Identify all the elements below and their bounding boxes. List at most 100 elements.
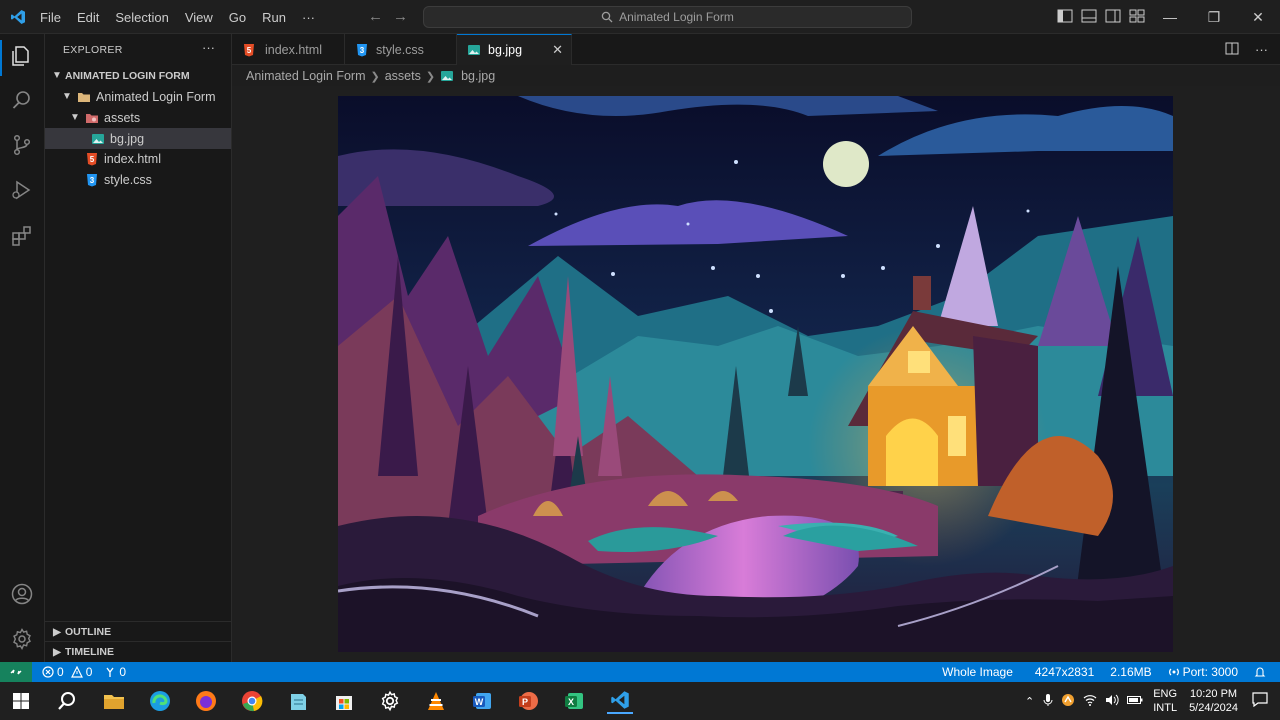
firefox-icon[interactable] xyxy=(193,688,219,714)
windows-start-icon[interactable] xyxy=(8,688,34,714)
word-icon[interactable]: W xyxy=(469,688,495,714)
powerpoint-icon[interactable]: P xyxy=(515,688,541,714)
ports-count: 0 xyxy=(119,665,127,679)
explorer-more-icon[interactable]: ··· xyxy=(202,40,215,55)
split-editor-icon[interactable] xyxy=(1225,42,1239,58)
excel-icon[interactable]: X xyxy=(561,688,587,714)
close-tab-icon[interactable]: ✕ xyxy=(552,42,563,58)
tab-label: style.css xyxy=(376,42,424,57)
menu-go[interactable]: Go xyxy=(221,10,254,25)
microsoft-store-icon[interactable] xyxy=(331,688,357,714)
language-indicator[interactable]: ENG INTL xyxy=(1153,687,1177,715)
tree-file-bg-jpg[interactable]: bg.jpg xyxy=(45,128,231,149)
warning-count: 0 xyxy=(85,665,93,679)
timeline-section[interactable]: ▶ TIMELINE xyxy=(45,641,231,662)
html-file-icon: 5 xyxy=(87,152,97,165)
toggle-panel-icon[interactable] xyxy=(1081,9,1097,23)
timeline-label: TIMELINE xyxy=(65,646,114,658)
window-controls: — ❐ ✕ xyxy=(1148,0,1280,34)
windows-taskbar: W P X ⌃ ENG INTL 10:20 PM 5/24/2024 xyxy=(0,682,1280,720)
app-tray-icon[interactable] xyxy=(1061,693,1075,710)
notepad-icon[interactable] xyxy=(285,688,311,714)
clock[interactable]: 10:20 PM 5/24/2024 xyxy=(1189,687,1238,715)
search-icon[interactable] xyxy=(10,88,34,112)
breadcrumb-item[interactable]: assets xyxy=(385,69,421,83)
customize-layout-icon[interactable] xyxy=(1129,9,1145,23)
svg-text:3: 3 xyxy=(90,176,95,185)
tab-bg-jpg[interactable]: bg.jpg ✕ xyxy=(457,34,572,65)
background-image-preview[interactable] xyxy=(338,96,1173,652)
tree-folder-animated-login-form[interactable]: ▼ Animated Login Form xyxy=(45,86,231,107)
battery-icon[interactable] xyxy=(1127,695,1143,708)
vscode-taskbar-icon[interactable] xyxy=(607,688,633,714)
breadcrumb-item[interactable]: Animated Login Form xyxy=(246,69,366,83)
breadcrumb-item[interactable]: bg.jpg xyxy=(461,69,495,83)
microphone-icon[interactable] xyxy=(1043,693,1053,710)
nav-arrows: ← → xyxy=(368,8,408,25)
outline-section[interactable]: ▶ OUTLINE xyxy=(45,621,231,642)
notifications-bell-icon[interactable] xyxy=(1248,666,1272,678)
workspace-root[interactable]: ▼ ANIMATED LOGIN FORM xyxy=(45,65,231,86)
live-server-port[interactable]: Port: 3000 xyxy=(1162,665,1244,679)
tab-style-css[interactable]: 3 style.css xyxy=(345,34,457,65)
file-explorer-icon[interactable] xyxy=(101,688,127,714)
wifi-icon[interactable] xyxy=(1083,694,1097,709)
settings-gear-icon[interactable] xyxy=(10,627,34,651)
chevron-right-icon: ▶ xyxy=(53,626,61,638)
run-debug-icon[interactable] xyxy=(10,178,34,202)
ports-indicator[interactable]: 0 xyxy=(98,665,132,679)
edge-browser-icon[interactable] xyxy=(147,688,173,714)
problems-indicator[interactable]: 0 0 xyxy=(36,665,98,679)
command-center-search[interactable]: Animated Login Form xyxy=(423,6,912,28)
chevron-up-icon[interactable]: ⌃ xyxy=(1025,695,1034,708)
image-file-icon xyxy=(92,133,104,144)
tree-folder-assets[interactable]: ▼ assets xyxy=(45,107,231,128)
back-arrow-icon[interactable]: ← xyxy=(368,8,383,25)
more-actions-icon[interactable]: ··· xyxy=(1255,42,1268,58)
menu-selection[interactable]: Selection xyxy=(107,10,176,25)
settings-gear-icon[interactable] xyxy=(377,688,403,714)
svg-text:5: 5 xyxy=(90,155,95,164)
tree-file-style-css[interactable]: 3 style.css xyxy=(45,169,231,190)
vscode-logo-icon xyxy=(11,10,25,24)
source-control-icon[interactable] xyxy=(10,133,34,157)
close-window-icon[interactable]: ✕ xyxy=(1236,0,1280,34)
notification-center-icon[interactable] xyxy=(1252,692,1268,710)
status-bar-right: Whole Image 4247x2831 2.16MB Port: 3000 xyxy=(936,662,1272,682)
explorer-header: EXPLORER xyxy=(63,44,123,56)
extensions-icon[interactable] xyxy=(10,224,34,248)
tree-item-label: style.css xyxy=(104,172,152,187)
remote-indicator[interactable] xyxy=(0,662,32,682)
chevron-down-icon: ▼ xyxy=(62,91,72,102)
restore-icon[interactable]: ❐ xyxy=(1192,0,1236,34)
tab-index-html[interactable]: 5 index.html xyxy=(232,34,345,65)
menu-run[interactable]: Run xyxy=(254,10,294,25)
taskbar-search-icon[interactable] xyxy=(54,688,80,714)
css-file-icon: 3 xyxy=(357,43,367,56)
image-zoom-mode[interactable]: Whole Image xyxy=(936,665,1019,679)
broadcast-icon xyxy=(106,667,114,677)
tree-file-index-html[interactable]: 5 index.html xyxy=(45,148,231,169)
css-file-icon: 3 xyxy=(87,173,97,186)
minimize-icon[interactable]: — xyxy=(1148,0,1192,34)
volume-icon[interactable] xyxy=(1105,694,1119,709)
editor-actions: ··· xyxy=(1225,42,1268,58)
vlc-icon[interactable] xyxy=(423,688,449,714)
menu-more[interactable]: ··· xyxy=(294,10,323,25)
toggle-sidebar-icon[interactable] xyxy=(1057,9,1073,23)
menu-view[interactable]: View xyxy=(177,10,221,25)
forward-arrow-icon[interactable]: → xyxy=(393,8,408,25)
menu-edit[interactable]: Edit xyxy=(69,10,107,25)
chrome-icon[interactable] xyxy=(239,688,265,714)
explorer-icon[interactable] xyxy=(10,44,34,68)
accounts-icon[interactable] xyxy=(10,582,34,606)
toggle-secondary-sidebar-icon[interactable] xyxy=(1105,9,1121,23)
html-file-icon: 5 xyxy=(244,43,254,56)
command-center-label: Animated Login Form xyxy=(619,10,734,24)
image-dimensions: 4247x2831 xyxy=(1034,665,1095,679)
chevron-right-icon: ❯ xyxy=(370,70,380,83)
system-tray: ⌃ ENG INTL 10:20 PM 5/24/2024 xyxy=(1020,682,1280,720)
menu-file[interactable]: File xyxy=(32,10,69,25)
tree-item-label: assets xyxy=(104,110,141,125)
assets-folder-icon xyxy=(86,113,98,123)
